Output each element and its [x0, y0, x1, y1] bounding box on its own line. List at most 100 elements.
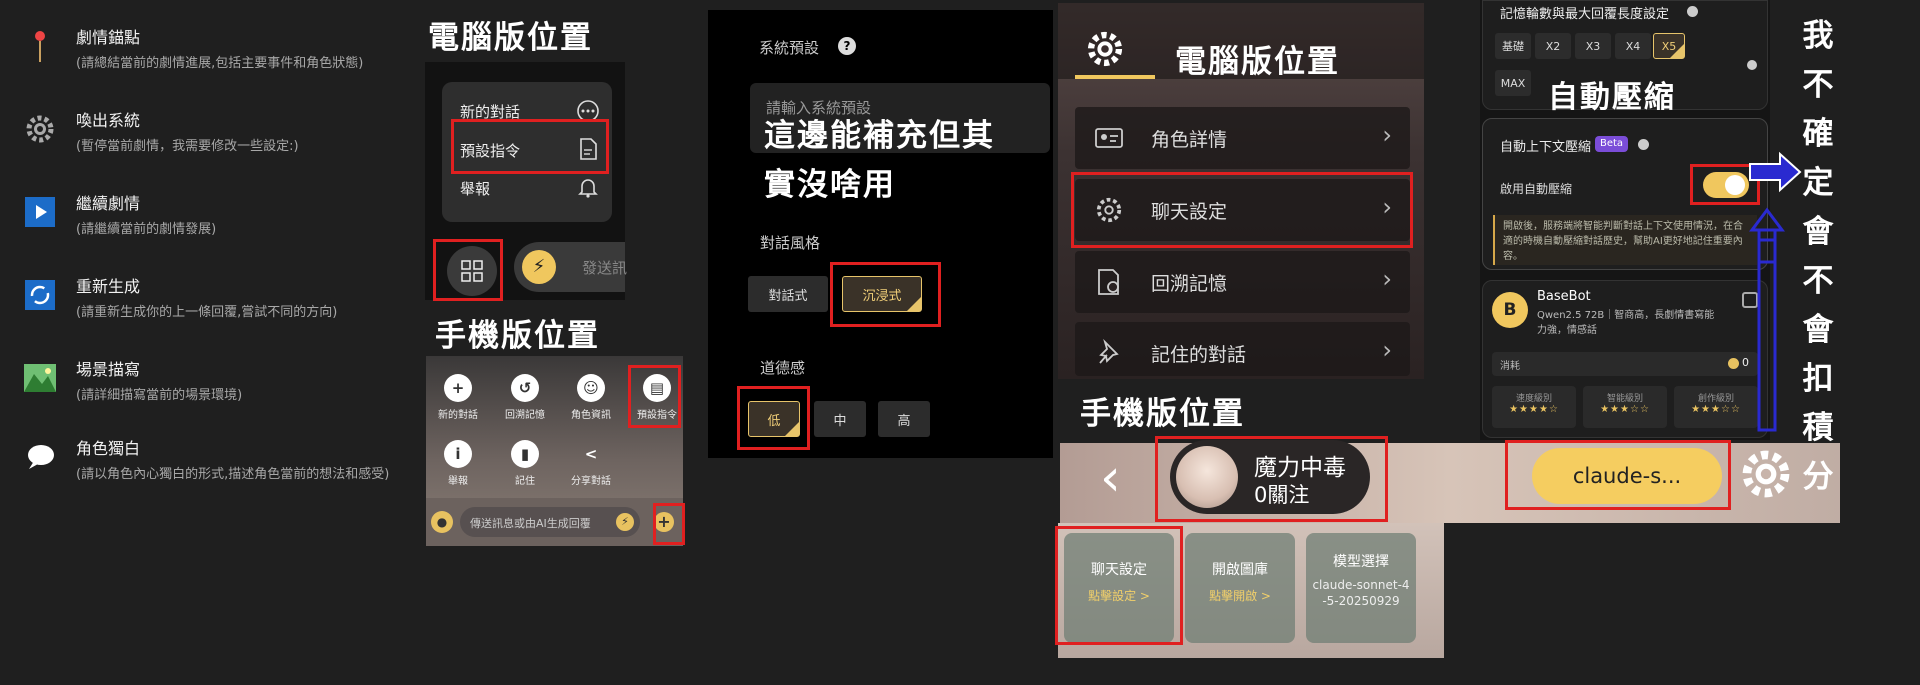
- rating-label: 智能級別: [1606, 394, 1643, 404]
- menu-item-desc: (請重新生成你的上一條回覆,嘗試不同的方向): [76, 305, 338, 320]
- gear-icon: [20, 109, 60, 149]
- play-icon: [20, 192, 60, 232]
- menu-item-title: 繼續劇情: [76, 194, 141, 213]
- menu-item-regenerate[interactable]: 重新生成 (請重新生成你的上一條回覆,嘗試不同的方向): [20, 273, 337, 322]
- caption-mobile-bar-location: 手機版位置: [1080, 396, 1245, 432]
- beta-badge: Beta: [1595, 136, 1629, 152]
- mobile-input-placeholder: 傳送訊息或由AI生成回覆: [470, 517, 591, 530]
- highlight-chat-settings: [1071, 172, 1413, 248]
- bell-icon: [576, 175, 600, 199]
- pin-icon: [1095, 338, 1123, 367]
- gear-icon[interactable]: [1740, 448, 1792, 500]
- caption-char: 不: [1802, 263, 1836, 299]
- popup-item-report[interactable]: 舉報: [460, 178, 490, 199]
- settings-row-character[interactable]: 角色詳情 ›: [1075, 107, 1410, 169]
- menu-item-scene[interactable]: 場景描寫 (請詳細描寫當前的場景環境): [20, 356, 242, 405]
- memory-option[interactable]: MAX: [1495, 70, 1531, 96]
- help-icon[interactable]: ?: [838, 37, 856, 55]
- lightning-icon: ⚡: [522, 250, 556, 284]
- caption-char: 確: [1802, 116, 1836, 152]
- menu-item-desc: (請繼續當前的劇情發展): [76, 222, 217, 237]
- style-option-dialog[interactable]: 對話式: [748, 276, 828, 312]
- send-input[interactable]: ⚡ 發送訊: [514, 242, 628, 292]
- caption-char: 扣: [1802, 361, 1836, 397]
- menu-item-system[interactable]: 喚出系統 (暫停當前劇情，我需要修改一些設定:): [20, 107, 299, 156]
- menu-item-monologue[interactable]: 角色獨白 (請以角色內心獨白的形式,描述角色當前的想法和感受): [20, 435, 406, 484]
- share-icon: <: [584, 445, 598, 463]
- memory-option[interactable]: 基礎: [1495, 33, 1531, 59]
- landscape-icon: [20, 358, 60, 398]
- menu-item-desc: (請詳細描寫當前的場景環境): [76, 388, 243, 403]
- memory-icon: [1095, 268, 1123, 296]
- menu-item-title: 喚出系統: [76, 111, 141, 130]
- bot-avatar: B: [1492, 292, 1528, 328]
- grid-item-label: 舉報: [448, 476, 468, 487]
- memory-option[interactable]: X4: [1615, 33, 1651, 59]
- grid-item-remember[interactable]: ▮ 記住: [500, 440, 550, 487]
- menu-item-desc: (請以角色內心獨白的形式,描述角色當前的想法和感受): [76, 467, 390, 482]
- mic-icon[interactable]: ●: [431, 511, 453, 533]
- recall-icon: ↺: [511, 374, 539, 402]
- grid-item-share[interactable]: < 分享對話: [566, 440, 616, 487]
- grid-item-report[interactable]: i 舉報: [433, 440, 483, 487]
- auto-compress-title: 自動上下文壓縮: [1500, 140, 1592, 155]
- card-title: 模型選擇: [1333, 554, 1389, 570]
- caption-char: 會: [1802, 312, 1836, 348]
- caption-char: 分: [1802, 459, 1836, 495]
- card-model-select[interactable]: 模型選擇 claude-sonnet-4-5-20250929: [1306, 533, 1416, 643]
- highlight-plus: [653, 503, 685, 545]
- morality-option-high[interactable]: 高: [878, 401, 930, 437]
- gear-icon[interactable]: [1086, 30, 1124, 68]
- caption-char: 積: [1802, 410, 1836, 446]
- highlight-mobile-preset: [628, 365, 681, 428]
- menu-item-title: 重新生成: [76, 277, 141, 296]
- grid-item-new-chat[interactable]: + 新的對話: [433, 374, 483, 421]
- system-label: 系統預設: [759, 39, 820, 57]
- refresh-icon: [20, 275, 60, 315]
- menu-item-title: 場景描寫: [76, 360, 141, 379]
- id-card-icon: [1095, 124, 1123, 152]
- card-gallery[interactable]: 開啟圖庫 點擊開啟 >: [1185, 533, 1295, 643]
- highlight-low: [737, 386, 810, 450]
- style-label: 對話風格: [760, 234, 821, 252]
- menu-item-desc: (暫停當前劇情，我需要修改一些設定:): [76, 139, 299, 154]
- grid-item-recall[interactable]: ↺ 回溯記憶: [500, 374, 550, 421]
- settings-row-recall[interactable]: 回溯記憶 ›: [1075, 251, 1410, 313]
- caption-char: 會: [1802, 214, 1836, 250]
- memory-option-selected[interactable]: X5: [1653, 33, 1685, 59]
- settings-row-label: 角色詳情: [1151, 129, 1228, 151]
- rating-label: 速度級別: [1515, 394, 1552, 404]
- caption-char: 定: [1802, 165, 1836, 201]
- rating-intelligence: 智能級別 ★★★☆☆: [1583, 386, 1667, 428]
- info-icon[interactable]: [1687, 6, 1698, 17]
- memory-title: 記憶輪數與最大回覆長度設定: [1500, 7, 1670, 22]
- menu-item-desc: (請總結當前的劇情進展,包括主要事件和角色狀態): [76, 56, 364, 71]
- back-icon[interactable]: ‹: [1100, 452, 1121, 504]
- settings-row-remembered[interactable]: 記住的對話 ›: [1075, 322, 1410, 376]
- menu-item-continue[interactable]: 繼續劇情 (請繼續當前的劇情發展): [20, 190, 216, 239]
- slider-handle[interactable]: [1747, 60, 1757, 70]
- menu-item-anchor[interactable]: 劇情錨點 (請總結當前的劇情進展,包括主要事件和角色狀態): [20, 24, 363, 73]
- info-icon[interactable]: [1638, 139, 1649, 150]
- settings-row-label: 回溯記憶: [1151, 273, 1228, 295]
- rating-stars: ★★★☆☆: [1600, 404, 1650, 415]
- morality-option-medium[interactable]: 中: [814, 401, 866, 437]
- bot-description: Qwen2.5 72B｜智商高，長劇情書寫能力強，情感話: [1537, 310, 1715, 336]
- bookmark-icon: ▮: [511, 440, 539, 468]
- send-placeholder: 發送訊: [582, 259, 628, 277]
- highlight-immersive: [830, 262, 941, 327]
- card-sub: 點擊開啟 >: [1209, 589, 1271, 603]
- mobile-message-input[interactable]: 傳送訊息或由AI生成回覆 ⚡: [460, 507, 640, 537]
- rating-stars: ★★★★☆: [1509, 404, 1559, 415]
- caption-char: 不: [1802, 67, 1836, 103]
- memory-option[interactable]: X2: [1535, 33, 1571, 59]
- pin-icon: [20, 26, 60, 66]
- highlight-character: [1155, 436, 1388, 522]
- lightning-icon[interactable]: ⚡: [616, 513, 634, 531]
- character-icon: ☺: [577, 374, 605, 402]
- caption-pc-settings-location: 電腦版位置: [1175, 44, 1340, 80]
- grid-item-label: 回溯記憶: [505, 410, 545, 421]
- grid-item-character[interactable]: ☺ 角色資訊: [566, 374, 616, 421]
- memory-option[interactable]: X3: [1575, 33, 1611, 59]
- caption-system-note: 這邊能補充但其實沒啥用: [764, 118, 995, 203]
